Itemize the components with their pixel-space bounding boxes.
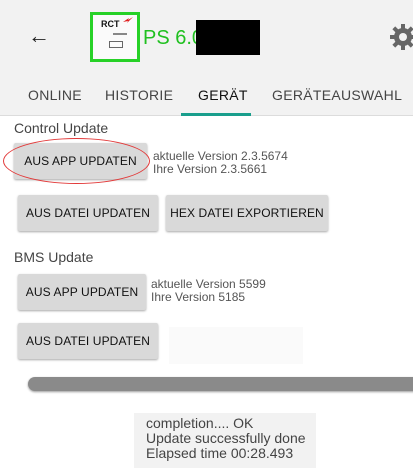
redacted-serial	[196, 20, 260, 55]
update-progress-bar	[28, 377, 413, 391]
update-log: completion.... OK Update successfully do…	[134, 413, 316, 468]
gear-icon[interactable]	[388, 22, 413, 52]
tab-geraeteauswahl[interactable]: GERÄTEAUSWAHL	[272, 87, 402, 103]
tab-bar: ONLINE HISTORIE GERÄT GERÄTEAUSWAHL	[0, 71, 413, 116]
bms-file-update-button[interactable]: AUS DATEI UPDATEN	[18, 323, 158, 359]
device-logo: RCT	[90, 12, 140, 62]
tab-online[interactable]: ONLINE	[28, 87, 82, 103]
app-bar: ← RCT PS 6.0	[0, 0, 413, 71]
status-field	[169, 327, 303, 364]
tab-geraet[interactable]: GERÄT	[198, 87, 248, 103]
flame-icon	[123, 17, 133, 23]
back-arrow-icon[interactable]: ←	[28, 25, 50, 47]
bms-installed-version: Ihre Version 5185	[151, 290, 246, 304]
control-installed-version: Ihre Version 2.3.5661	[153, 162, 268, 176]
device-thumbnail	[109, 41, 123, 48]
bms-app-update-button[interactable]: AUS APP UPDATEN	[18, 274, 146, 310]
log-line: Elapsed time 00:28.493	[146, 445, 294, 461]
log-line: Update successfully done	[146, 430, 306, 446]
tab-historie[interactable]: HISTORIE	[105, 87, 173, 103]
bms-update-heading: BMS Update	[14, 249, 94, 265]
highlight-circle	[3, 138, 150, 184]
log-line: completion.... OK	[146, 415, 254, 431]
device-title: PS 6.0	[143, 27, 204, 49]
control-update-heading: Control Update	[14, 120, 109, 136]
active-tab-indicator	[181, 113, 251, 116]
logo-subtext	[113, 33, 127, 35]
logo-text: RCT	[101, 19, 120, 29]
control-file-update-button[interactable]: AUS DATEI UPDATEN	[18, 195, 158, 231]
hex-export-button[interactable]: HEX DATEI EXPORTIEREN	[166, 195, 328, 231]
